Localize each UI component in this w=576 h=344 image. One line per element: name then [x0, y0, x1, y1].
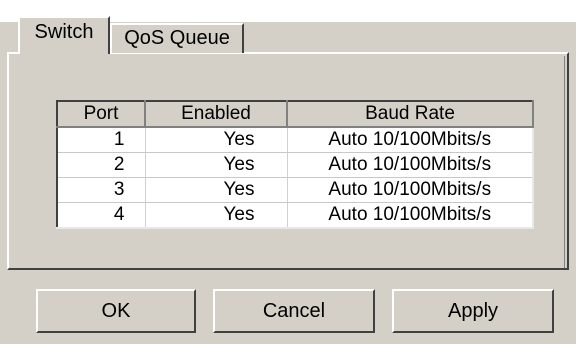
- port-table: Port Enabled Baud Rate 1 Yes Auto 10/100…: [56, 100, 534, 229]
- cell-baud-rate[interactable]: Auto 10/100Mbits/s: [287, 127, 534, 153]
- tab-switch[interactable]: Switch: [18, 16, 110, 54]
- tab-qos-queue-label: QoS Queue: [124, 27, 230, 49]
- cell-port: 4: [57, 202, 146, 229]
- column-header-port[interactable]: Port: [56, 100, 146, 128]
- panel-shade: [564, 56, 565, 268]
- cell-baud-rate[interactable]: Auto 10/100Mbits/s: [287, 152, 534, 178]
- cell-port: 1: [57, 127, 146, 153]
- ok-button[interactable]: OK: [36, 289, 196, 333]
- column-header-enabled[interactable]: Enabled: [144, 100, 288, 128]
- table-row[interactable]: 3 Yes Auto 10/100Mbits/s: [57, 177, 534, 203]
- cell-enabled[interactable]: Yes: [145, 177, 288, 203]
- cell-baud-rate[interactable]: Auto 10/100Mbits/s: [287, 177, 534, 203]
- cell-port: 2: [57, 152, 146, 178]
- cell-enabled[interactable]: Yes: [145, 202, 288, 229]
- cell-enabled[interactable]: Yes: [145, 152, 288, 178]
- table-row[interactable]: 1 Yes Auto 10/100Mbits/s: [57, 127, 534, 153]
- cell-port: 3: [57, 177, 146, 203]
- cancel-button[interactable]: Cancel: [213, 289, 375, 333]
- table-row[interactable]: 2 Yes Auto 10/100Mbits/s: [57, 152, 534, 178]
- tab-qos-queue[interactable]: QoS Queue: [110, 23, 244, 53]
- table-row[interactable]: 4 Yes Auto 10/100Mbits/s: [57, 202, 534, 229]
- cell-enabled[interactable]: Yes: [145, 127, 288, 153]
- apply-button[interactable]: Apply: [392, 289, 554, 333]
- switch-config-dialog: Switch QoS Queue Port Enabled Baud Rate …: [0, 0, 576, 344]
- column-header-baud-rate[interactable]: Baud Rate: [286, 100, 534, 128]
- table-header-row: Port Enabled Baud Rate: [56, 100, 534, 128]
- tab-switch-label: Switch: [34, 21, 94, 43]
- cell-baud-rate[interactable]: Auto 10/100Mbits/s: [287, 202, 534, 229]
